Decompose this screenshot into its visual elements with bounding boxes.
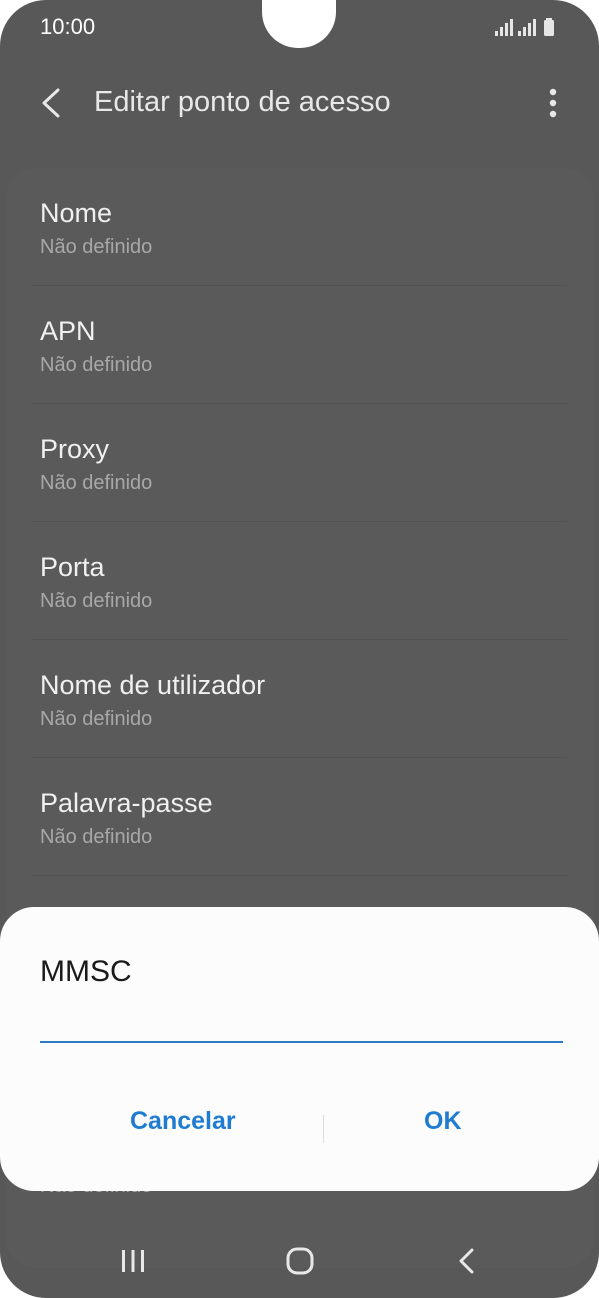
navigation-bar xyxy=(0,1226,599,1298)
back-icon[interactable] xyxy=(448,1244,488,1280)
more-vertical-icon[interactable] xyxy=(543,84,563,122)
setting-value: Não definido xyxy=(40,708,153,730)
status-time: 10:00 xyxy=(40,14,96,39)
ok-button[interactable]: OK xyxy=(414,1101,472,1142)
setting-row-proxy[interactable]: Proxy Não definido xyxy=(32,404,567,522)
settings-list: Nome Não definido APN Não definido Proxy… xyxy=(0,168,599,876)
button-divider xyxy=(323,1115,324,1143)
mmsc-dialog: MMSC Cancelar OK xyxy=(0,907,599,1191)
recents-icon[interactable] xyxy=(113,1244,153,1280)
back-arrow-icon[interactable] xyxy=(34,84,70,122)
setting-label: Nome xyxy=(40,198,113,228)
setting-row-password[interactable]: Palavra-passe Não definido xyxy=(32,758,567,876)
setting-value: Não definido xyxy=(40,354,153,376)
setting-label: Porta xyxy=(40,552,105,582)
cancel-button[interactable]: Cancelar xyxy=(120,1101,246,1142)
mmsc-input[interactable] xyxy=(40,1007,563,1043)
setting-row-porta[interactable]: Porta Não definido xyxy=(32,522,567,640)
setting-value: Não definido xyxy=(40,826,153,848)
status-bar: 10:00 xyxy=(0,0,599,56)
setting-row-apn[interactable]: APN Não definido xyxy=(32,286,567,404)
setting-value: Não definido xyxy=(40,590,153,612)
phone-screen: 10:00 Editar ponto de acesso Nome Não de… xyxy=(0,0,599,1298)
signal-battery-icon xyxy=(495,18,554,36)
setting-label: Proxy xyxy=(40,434,110,464)
setting-value: Não definido xyxy=(40,236,153,258)
home-icon[interactable] xyxy=(280,1244,320,1280)
setting-row-nome[interactable]: Nome Não definido xyxy=(32,168,567,286)
page-title: Editar ponto de acesso xyxy=(94,86,391,118)
setting-value: Não definido xyxy=(40,472,153,494)
dialog-title: MMSC xyxy=(40,955,132,988)
app-bar: Editar ponto de acesso xyxy=(0,70,599,136)
setting-label: Nome de utilizador xyxy=(40,670,266,700)
setting-label: Palavra-passe xyxy=(40,788,213,818)
setting-row-username[interactable]: Nome de utilizador Não definido xyxy=(32,640,567,758)
setting-label: APN xyxy=(40,316,96,346)
